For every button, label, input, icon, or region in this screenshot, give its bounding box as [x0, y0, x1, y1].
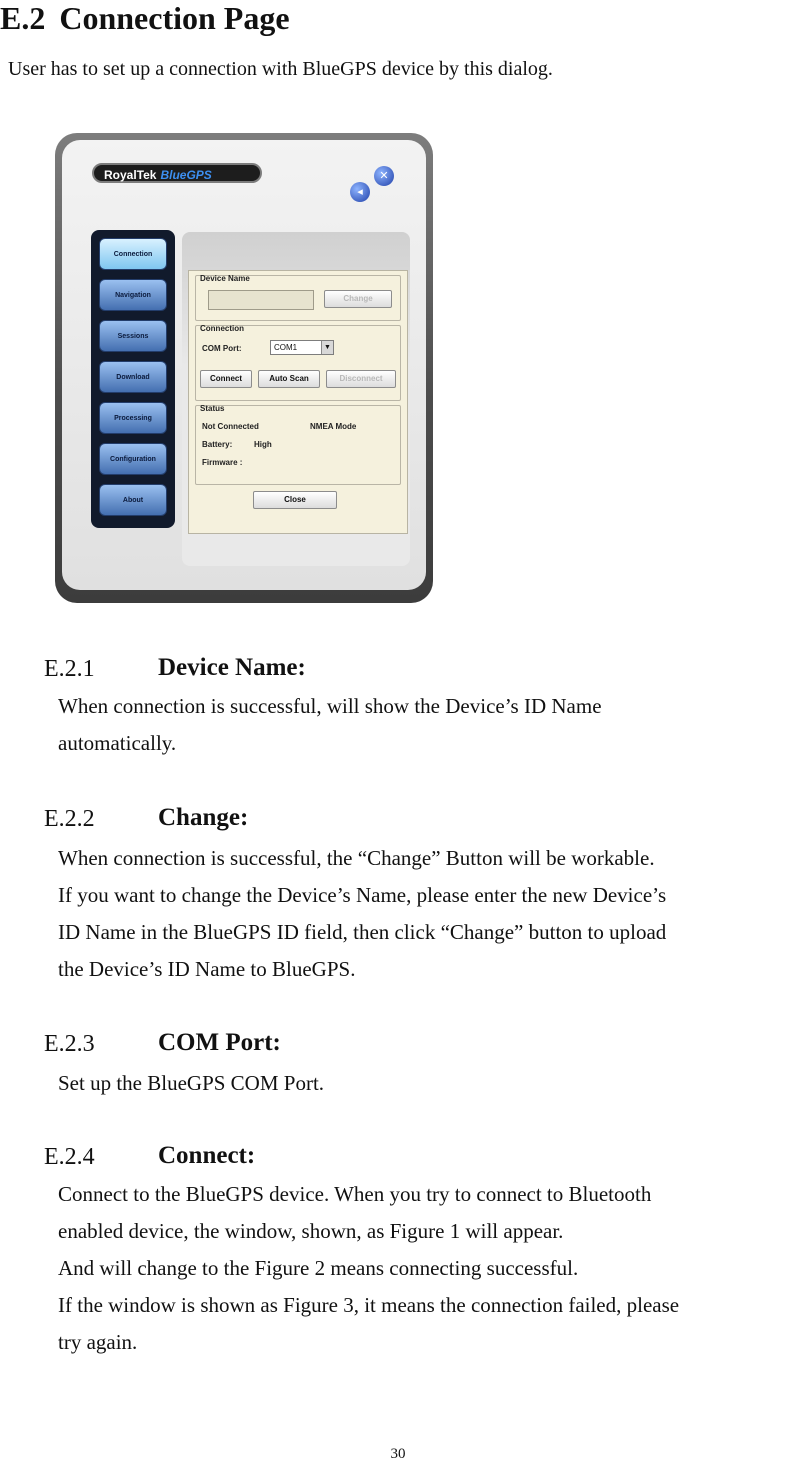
change-button[interactable]: Change — [324, 290, 392, 308]
body-line: ID Name in the BlueGPS ID field, then cl… — [58, 920, 667, 944]
close-button[interactable]: Close — [253, 491, 337, 509]
body-line: And will change to the Figure 2 means co… — [58, 1256, 579, 1280]
nav-item-connection[interactable]: Connection — [99, 238, 167, 270]
section-e23-number: E.2.3 — [44, 1031, 95, 1057]
section-title: Connection Page — [59, 0, 290, 36]
section-e21-number: E.2.1 — [44, 656, 95, 682]
app-window: RoyalTek BlueGPS ✕ ◂ Connection Navigatio… — [62, 140, 426, 590]
section-e21-body: When connection is successful, will show… — [58, 688, 796, 762]
section-e22-number: E.2.2 — [44, 806, 95, 832]
status-group: Status Not Connected NMEA Mode Battery: … — [195, 404, 401, 485]
nav-item-about[interactable]: About — [99, 484, 167, 516]
section-number: E.2 — [0, 0, 46, 36]
section-e22-title: Change: — [158, 804, 249, 831]
nav-item-sessions[interactable]: Sessions — [99, 320, 167, 352]
body-line: When connection is successful, the “Chan… — [58, 846, 655, 870]
device-name-input[interactable] — [208, 290, 314, 310]
section-e23-heading: E.2.3 COM Port: — [44, 1029, 281, 1058]
status-mode: NMEA Mode — [310, 422, 357, 431]
body-line: If you want to change the Device’s Name,… — [58, 883, 667, 907]
logo-brand: RoyalTek — [104, 168, 157, 182]
section-e24-title: Connect: — [158, 1142, 256, 1169]
body-line: enabled device, the window, shown, as Fi… — [58, 1219, 564, 1243]
body-line: automatically. — [58, 731, 177, 755]
section-heading: E.2 Connection Page — [0, 0, 290, 37]
status-group-label: Status — [200, 404, 225, 413]
com-port-value: COM1 — [274, 343, 298, 352]
page-number: 30 — [390, 1446, 406, 1462]
chevron-down-icon: ▼ — [321, 341, 333, 354]
connection-group: Connection COM Port: COM1 ▼ Connect Auto… — [195, 324, 401, 401]
minimize-icon[interactable]: ◂ — [350, 182, 370, 202]
device-name-group: Device Name Change — [195, 274, 401, 321]
com-port-select[interactable]: COM1 ▼ — [270, 340, 334, 355]
intro-text: User has to set up a connection with Blu… — [8, 58, 553, 80]
nav-item-configuration[interactable]: Configuration — [99, 443, 167, 475]
connect-button[interactable]: Connect — [200, 370, 252, 388]
connection-group-label: Connection — [200, 324, 244, 333]
body-line: If the window is shown as Figure 3, it m… — [58, 1293, 680, 1317]
app-logo: RoyalTek BlueGPS — [92, 163, 262, 183]
battery-value: High — [254, 440, 272, 449]
com-port-label: COM Port: — [202, 344, 242, 353]
body-line: Set up the BlueGPS COM Port. — [58, 1071, 325, 1095]
body-line: When connection is successful, will show… — [58, 694, 602, 718]
disconnect-button[interactable]: Disconnect — [326, 370, 396, 388]
section-e21-heading: E.2.1 Device Name: — [44, 654, 306, 683]
nav-item-processing[interactable]: Processing — [99, 402, 167, 434]
section-e24-number: E.2.4 — [44, 1144, 95, 1170]
app-screenshot: RoyalTek BlueGPS ✕ ◂ Connection Navigatio… — [55, 133, 433, 603]
battery-label: Battery: — [202, 440, 233, 449]
auto-scan-button[interactable]: Auto Scan — [258, 370, 320, 388]
section-e21-title: Device Name: — [158, 654, 306, 681]
close-icon[interactable]: ✕ — [374, 166, 394, 186]
nav-item-download[interactable]: Download — [99, 361, 167, 393]
section-e23-body: Set up the BlueGPS COM Port. — [58, 1065, 796, 1102]
body-line: the Device’s ID Name to BlueGPS. — [58, 957, 356, 981]
device-name-group-label: Device Name — [200, 274, 250, 283]
nav-item-navigation[interactable]: Navigation — [99, 279, 167, 311]
connection-form: Device Name Change Connection COM Port: … — [188, 270, 408, 534]
body-line: Connect to the BlueGPS device. When you … — [58, 1182, 652, 1206]
section-e23-title: COM Port: — [158, 1029, 281, 1056]
section-e24-body: Connect to the BlueGPS device. When you … — [58, 1176, 796, 1361]
section-e22-body: When connection is successful, the “Chan… — [58, 840, 796, 988]
section-e22-heading: E.2.2 Change: — [44, 804, 248, 833]
section-e24-heading: E.2.4 Connect: — [44, 1142, 255, 1171]
logo-product: BlueGPS — [160, 168, 212, 182]
firmware-label: Firmware : — [202, 458, 243, 467]
status-connection: Not Connected — [202, 422, 259, 431]
content-panel: Device Name Change Connection COM Port: … — [182, 232, 410, 566]
nav-sidebar: Connection Navigation Sessions Download … — [91, 230, 175, 528]
body-line: try again. — [58, 1330, 138, 1354]
